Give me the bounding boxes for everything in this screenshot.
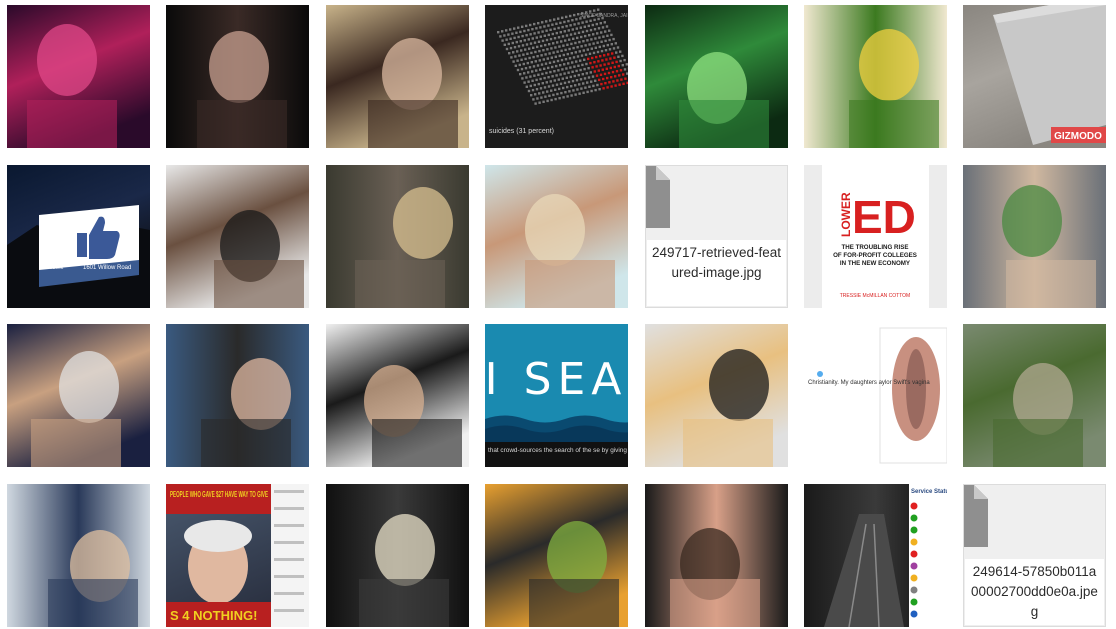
thumb-ghostbusters-team-image	[645, 5, 788, 148]
book-subtitle-line: THE TROUBLING RISE	[841, 244, 908, 251]
thumb-woman-black-lace-image	[326, 324, 469, 467]
facebook-brand-text: facebook	[43, 265, 64, 271]
thumb-book-lower-ed[interactable]: LOWER ED THE TROUBLING RISE OF FOR-PROFIT C…	[804, 165, 947, 308]
thumb-woman-face-closeup-image	[645, 484, 788, 627]
tweet-text: Christianity. My daughters aylor Swift's…	[808, 380, 930, 386]
thumb-man-gray-hair-suit-image	[166, 5, 309, 148]
sign-address-text: 1601 Willow Road	[83, 265, 131, 271]
thumb-man-portrait-event-image	[166, 165, 309, 308]
file-document-icon	[646, 166, 670, 228]
thumb-file-placeholder-2[interactable]: 249614-57850b011a00002700dd0e0a.jpeg	[963, 484, 1106, 627]
book-author: TRESSIE McMILLAN COTTOM	[840, 293, 910, 299]
isea-caption: that crowd-sources the search of the se …	[488, 447, 628, 454]
thumb-beach-woman-image	[485, 165, 628, 308]
thumb-car-window-blur-image	[963, 324, 1106, 467]
thumb-trump-waving-image	[7, 324, 150, 467]
thumb-couple-street-image	[326, 165, 469, 308]
thumb-man-gray-hair-suit[interactable]	[166, 5, 309, 148]
thumb-beach-woman[interactable]	[485, 165, 628, 308]
thumb-leaders-painting[interactable]	[7, 484, 150, 627]
thumb-woman-portrait[interactable]	[326, 5, 469, 148]
thumb-tweet-screenshot-image: Christianity. My daughters aylor Swift's…	[804, 324, 947, 467]
thumb-comic-illustration-image	[485, 484, 628, 627]
file-name-label: 249717-retrieved-featured-image.jpg	[647, 240, 786, 306]
thumb-trump-waving[interactable]	[7, 324, 150, 467]
thumb-memorial-podium-image	[326, 484, 469, 627]
thumb-infographic-dark-image: SINCE SANDRA, JAIL DE suicides (31 percen…	[485, 5, 628, 148]
thumb-man-portrait-event[interactable]	[166, 165, 309, 308]
thumb-memorial-podium[interactable]	[326, 484, 469, 627]
thumb-i-sea-app-image: I SEA that crowd-sources the search of th…	[485, 324, 628, 467]
thumb-couple-street[interactable]	[326, 165, 469, 308]
thumb-woman-portrait-image	[326, 5, 469, 148]
thumb-woman-colorful-light[interactable]	[7, 5, 150, 148]
thumb-tweet-screenshot[interactable]: Christianity. My daughters aylor Swift's…	[804, 324, 947, 467]
thumb-bernie-meme[interactable]: PEOPLE WHO GAVE $27 HAVE WAY TO GIVE S 4 …	[166, 484, 309, 627]
file-document-icon	[964, 485, 988, 547]
thumb-woman-black-lace[interactable]	[326, 324, 469, 467]
thumb-infographic-dark[interactable]: SINCE SANDRA, JAIL DE suicides (31 percen…	[485, 5, 628, 148]
meme-bottom-text: S 4 NOTHING!	[170, 608, 257, 623]
thumb-subway-tunnel-image: Service Status	[804, 484, 947, 627]
book-title-lower: LOWER	[839, 192, 853, 237]
media-library-grid: SINCE SANDRA, JAIL DE suicides (31 percen…	[0, 0, 1116, 629]
thumb-i-sea-app[interactable]: I SEA that crowd-sources the search of th…	[485, 324, 628, 467]
thumb-laptop-gizmodo-image: GIZMODO	[963, 5, 1106, 148]
thumb-ghostbusters-team[interactable]	[645, 5, 788, 148]
thumb-car-window-blur[interactable]	[963, 324, 1106, 467]
thumb-phone-in-hand[interactable]	[963, 165, 1106, 308]
book-title-ed: ED	[852, 191, 916, 243]
gizmodo-badge: GIZMODO	[1054, 131, 1102, 142]
meme-top-text: PEOPLE WHO GAVE $27 HAVE WAY TO GIVE	[170, 490, 268, 499]
isea-title: I SEA	[485, 354, 627, 405]
thumb-subway-tunnel[interactable]: Service Status	[804, 484, 947, 627]
book-subtitle-line: OF FOR-PROFIT COLLEGES	[833, 252, 917, 259]
thumb-laptop-gizmodo[interactable]: GIZMODO	[963, 5, 1106, 148]
thumb-leaders-painting-image	[7, 484, 150, 627]
book-subtitle-line: IN THE NEW ECONOMY	[840, 260, 911, 267]
thumb-book-lower-ed-image: LOWER EDTHE TROUBLING RISEOF FOR-PROFIT C…	[804, 165, 947, 308]
thumb-group-photo-image	[166, 324, 309, 467]
infographic-caption: suicides (31 percent)	[489, 128, 554, 135]
thumb-file-placeholder-1[interactable]: 249717-retrieved-featured-image.jpg	[645, 165, 788, 308]
thumb-woman-face-closeup[interactable]	[645, 484, 788, 627]
file-name-label: 249614-57850b011a00002700dd0e0a.jpeg	[965, 559, 1104, 625]
thumb-phone-in-hand-image	[963, 165, 1106, 308]
thumb-green-smoothie[interactable]	[804, 5, 947, 148]
thumb-facebook-sign[interactable]: facebook 1601 Willow Road	[7, 165, 150, 308]
service-status-title: Service Status	[911, 489, 947, 495]
thumb-woman-colorful-light-image	[7, 5, 150, 148]
thumb-comic-illustration[interactable]	[485, 484, 628, 627]
thumb-two-people-portrait-image	[645, 324, 788, 467]
thumb-facebook-sign-image: facebook 1601 Willow Road	[7, 165, 150, 308]
infographic-header: SINCE SANDRA, JAIL DE	[580, 13, 628, 19]
thumb-group-photo[interactable]	[166, 324, 309, 467]
thumb-two-people-portrait[interactable]	[645, 324, 788, 467]
thumb-green-smoothie-image	[804, 5, 947, 148]
thumb-bernie-meme-image: PEOPLE WHO GAVE $27 HAVE WAY TO GIVE S 4 …	[166, 484, 309, 627]
